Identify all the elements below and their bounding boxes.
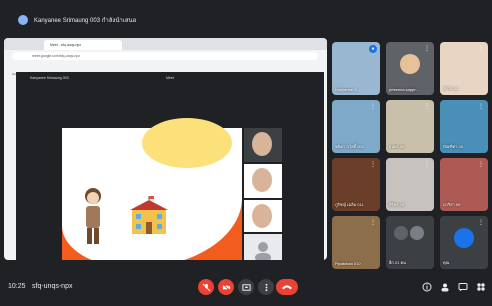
participant-tile[interactable]: ⋮ ชนิดา สวัสดิ์ 002: [332, 100, 380, 153]
leave-call-button[interactable]: [276, 279, 298, 295]
inner-participant-tile: [244, 164, 282, 198]
shared-screen: Meet - sfq-unqs-npx meet.google.com/sfq-…: [4, 38, 327, 260]
face-thumbnail: [252, 168, 272, 192]
participant-name: prtseena sappr...: [389, 87, 419, 92]
participant-tile[interactable]: ⋮ ภูริชญ์ เฉลิม 011: [332, 158, 380, 211]
mic-off-icon: ⋮: [370, 104, 376, 110]
participant-tile[interactable]: ⋮ ฟ้าใส 03: [440, 42, 488, 95]
participant-tile[interactable]: ⋮ Pipatchan 010: [332, 216, 380, 269]
mic-off-icon: ⋮: [424, 162, 430, 168]
more-vert-icon: [265, 283, 267, 291]
teacher-illustration: [85, 188, 101, 244]
chat-icon[interactable]: [458, 282, 468, 292]
avatar: [400, 54, 420, 74]
bottom-toolbar: 10:25 sfq-unqs-npx: [0, 272, 492, 306]
mic-off-icon: ⋮: [370, 220, 376, 226]
mic-off-icon: [202, 283, 210, 291]
presentation-slide: [62, 118, 242, 260]
present-screen-icon: [241, 283, 251, 291]
address-bar[interactable]: meet.google.com/sfq-unqs-npx: [12, 52, 318, 60]
inner-header: Kanyanee Srimaung 003 Meet: [16, 74, 324, 84]
mic-off-icon: ⋮: [478, 46, 484, 52]
inner-participant-tile: [244, 200, 282, 232]
participant-name: Pipatchan 010: [335, 261, 361, 266]
school-illustration: [130, 196, 168, 234]
speaking-icon: ●: [369, 45, 377, 53]
mic-off-icon: ⋮: [478, 220, 484, 226]
top-bar: Kanyanee Srimaung 003 กำลังนำเสนอ: [0, 0, 492, 34]
self-avatar: [454, 228, 474, 248]
people-icon[interactable]: [440, 282, 450, 292]
participant-name: คุณ: [443, 260, 450, 265]
bookmarks-bar: Gmail YouTube Maps Facebook: [12, 62, 318, 76]
end-call-icon: [282, 285, 292, 290]
inner-presenter-label: Kanyanee Srimaung 003: [30, 76, 69, 80]
participant-name: Kanyanee S...: [335, 87, 361, 92]
avatar: [410, 226, 424, 240]
presenting-banner: Kanyanee Srimaung 003 กำลังนำเสนอ: [18, 13, 136, 27]
participant-tile[interactable]: ⋮ ศิริพร 08: [386, 158, 434, 211]
mic-off-icon: ⋮: [424, 104, 430, 110]
participant-tile[interactable]: ⋮ prtseena sappr...: [386, 42, 434, 95]
presenter-avatar: [18, 15, 28, 25]
participant-grid: ● Kanyanee S... ⋮ prtseena sappr... ⋮ ฟ้…: [332, 42, 488, 274]
participant-tile[interactable]: ⋮ ธนพร 06: [386, 100, 434, 153]
participant-name: นาริสา 09: [443, 202, 461, 207]
inner-meet-window: Kanyanee Srimaung 003 Meet: [16, 72, 324, 260]
participant-name: ฟ้าใส 03: [443, 86, 459, 91]
participant-tile[interactable]: ⋮ ปัณฑิตา 05: [440, 100, 488, 153]
mic-toggle-button[interactable]: [198, 279, 214, 295]
participant-name: ศิริพร 08: [389, 202, 405, 207]
more-participants-label: อีก 21 คน: [389, 260, 406, 265]
participant-name: ชนิดา สวัสดิ์ 002: [335, 144, 364, 149]
mic-off-icon: ⋮: [424, 46, 430, 52]
mic-off-icon: ⋮: [478, 104, 484, 110]
meeting-code: sfq-unqs-npx: [32, 283, 73, 290]
participant-name: ปัณฑิตา 05: [443, 144, 463, 149]
person-icon: [255, 242, 271, 260]
face-thumbnail: [252, 132, 272, 156]
present-button[interactable]: [238, 279, 254, 295]
participant-tile[interactable]: ⋮ นาริสา 09: [440, 158, 488, 211]
self-tile[interactable]: ⋮ คุณ: [440, 216, 488, 269]
browser-tab[interactable]: Meet - sfq-unqs-npx: [44, 40, 122, 50]
participant-name: ภูริชญ์ เฉลิม 011: [335, 202, 364, 207]
more-participants-tile[interactable]: อีก 21 คน: [386, 216, 434, 269]
more-options-button[interactable]: [258, 279, 274, 295]
avatar: [394, 226, 408, 240]
mic-off-icon: ⋮: [478, 162, 484, 168]
presenting-title: Kanyanee Srimaung 003 กำลังนำเสนอ: [34, 18, 137, 24]
participant-tile[interactable]: ● Kanyanee S...: [332, 42, 380, 95]
browser-tabs: Meet - sfq-unqs-npx: [4, 38, 327, 50]
inner-participant-strip: [244, 128, 282, 260]
camera-toggle-button[interactable]: [218, 279, 234, 295]
participant-name: ธนพร 06: [389, 144, 405, 149]
camera-off-icon: [222, 283, 230, 291]
clock: 10:25: [8, 283, 26, 290]
inner-menu-label[interactable]: Meet: [166, 76, 174, 80]
info-icon[interactable]: [422, 282, 432, 292]
slide-blob: [142, 118, 232, 168]
activities-icon[interactable]: [476, 282, 486, 292]
inner-participant-tile: [244, 234, 282, 260]
mic-off-icon: ⋮: [370, 162, 376, 168]
face-thumbnail: [252, 204, 272, 228]
inner-participant-tile: [244, 128, 282, 162]
